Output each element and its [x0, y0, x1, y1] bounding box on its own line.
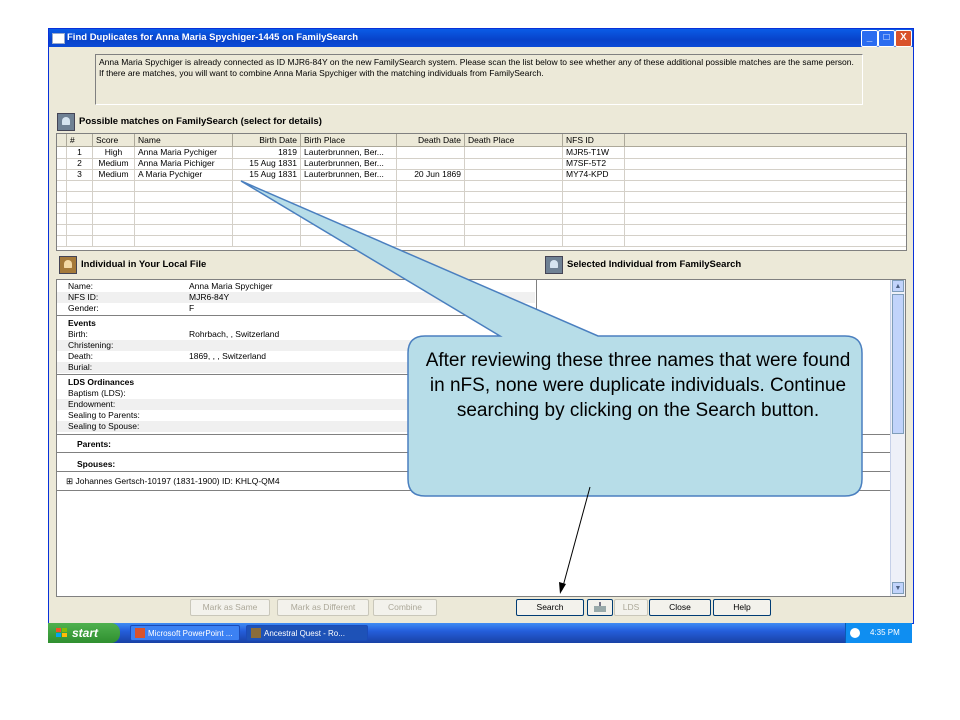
pointer-arrow: [561, 486, 591, 591]
arrow-head: [559, 582, 566, 594]
callout-bubble: [240, 180, 863, 497]
callout-text: After reviewing these three names that w…: [425, 350, 851, 421]
